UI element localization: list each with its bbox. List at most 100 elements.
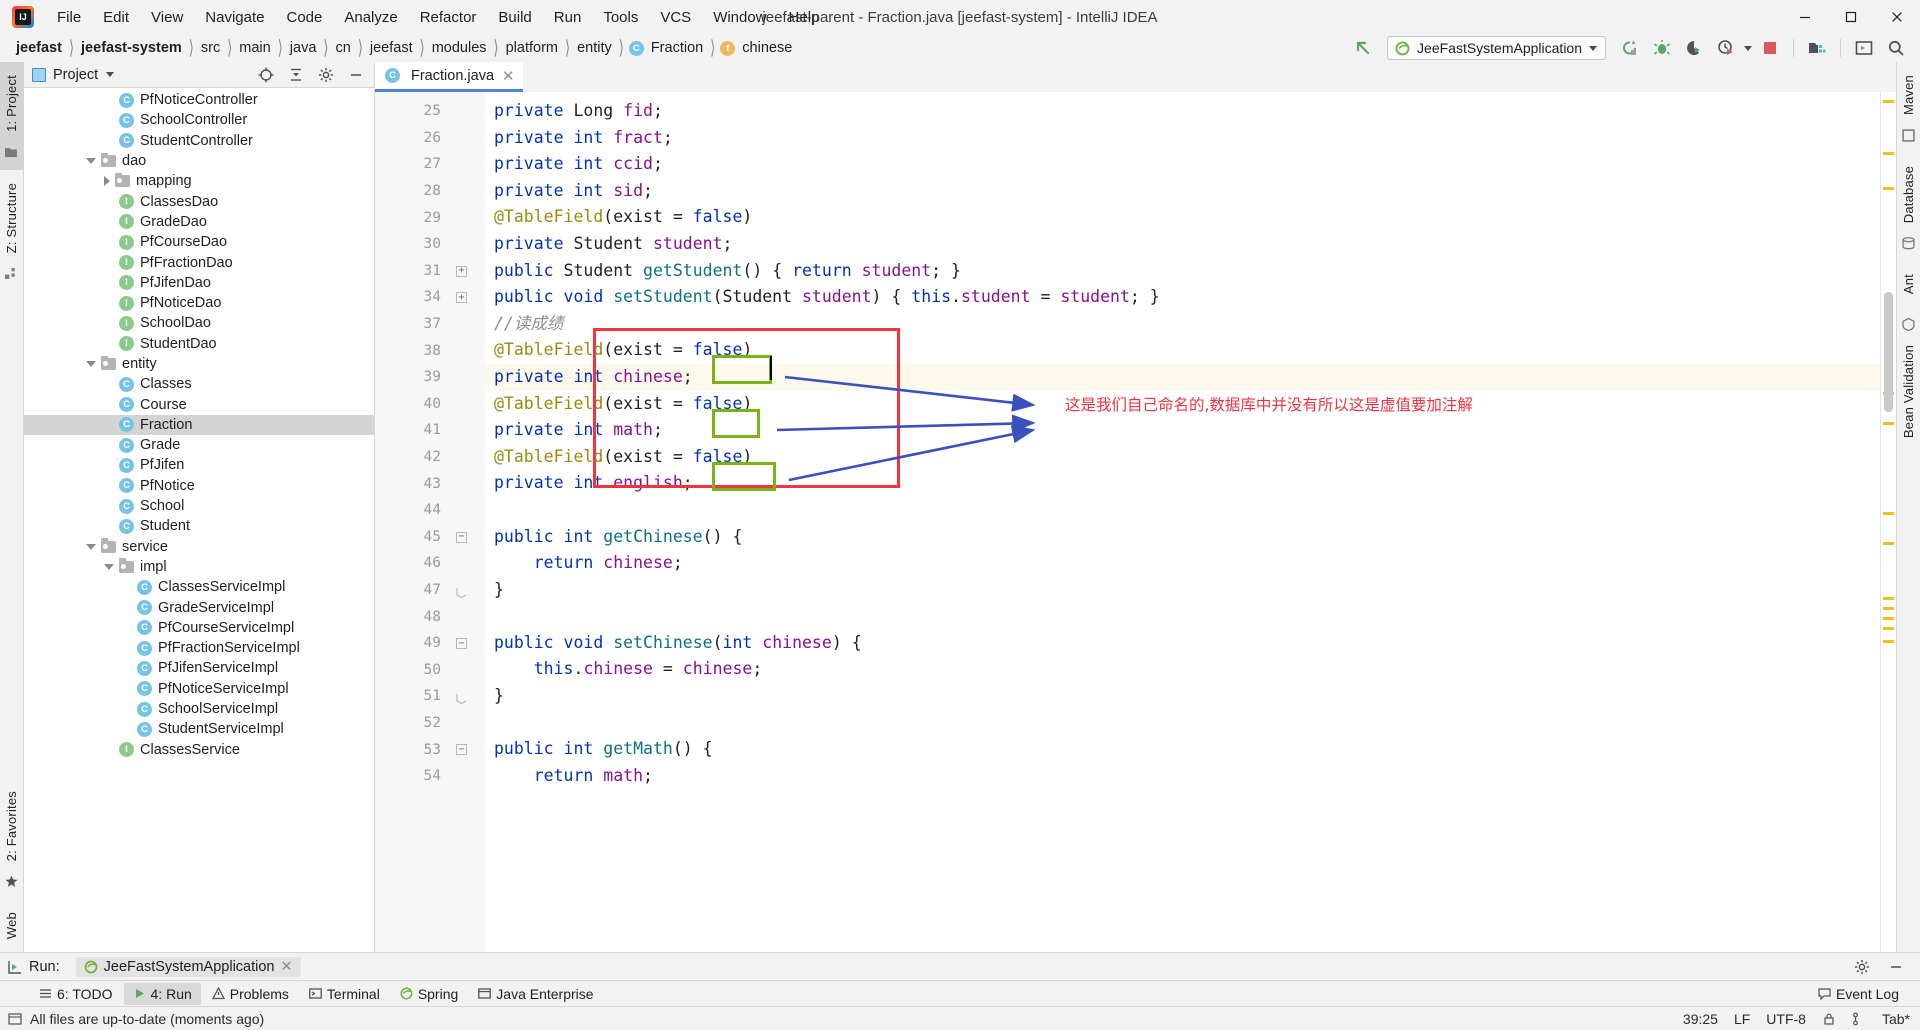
hide-run-panel-button[interactable] <box>1882 955 1910 979</box>
code-line-39[interactable]: private int chinese; <box>485 363 1880 391</box>
profiler-button[interactable] <box>1712 36 1740 60</box>
tree-item-pfcourseserviceimpl[interactable]: C PfCourseServiceImpl <box>24 618 374 638</box>
line-number-26[interactable]: 26 <box>375 125 485 152</box>
breadcrumb-item-chinese[interactable]: f chinese <box>720 39 794 57</box>
tree-item-mapping[interactable]: mapping <box>24 171 374 191</box>
line-number-48[interactable]: 48 <box>375 603 485 630</box>
code-line-34[interactable]: public void setStudent(Student student) … <box>485 284 1880 311</box>
bottom-tab-problems[interactable]: Problems <box>203 983 298 1005</box>
tree-item-fraction[interactable]: C Fraction <box>24 414 374 436</box>
tree-item-classes[interactable]: C Classes <box>24 374 374 394</box>
git-branch-icon[interactable] <box>1852 1012 1866 1026</box>
tree-item-service[interactable]: service <box>24 537 374 557</box>
chevron-down-icon[interactable] <box>1589 45 1597 51</box>
menu-navigate[interactable]: Navigate <box>194 5 275 30</box>
code-line-54[interactable]: return math; <box>485 763 1880 790</box>
editor-gutter[interactable]: 25 26 27 28 29 30 +31 +34 37 38 39 40 41 42 43 44 − 45 46 4… <box>375 92 485 952</box>
sidebar-tab-maven[interactable]: Maven <box>1897 62 1920 153</box>
back-arrow-button[interactable] <box>1349 36 1377 60</box>
tree-item-pfjifendao[interactable]: I PfJifenDao <box>24 273 374 293</box>
fold-expand-icon[interactable]: + <box>456 292 467 304</box>
menu-file[interactable]: File <box>46 5 92 30</box>
menu-refactor[interactable]: Refactor <box>409 5 488 30</box>
line-number-46[interactable]: 46 <box>375 550 485 577</box>
breadcrumb-item-java[interactable]: java <box>288 39 319 57</box>
close-button[interactable] <box>1874 0 1920 34</box>
tree-item-pfnoticeserviceimpl[interactable]: C PfNoticeServiceImpl <box>24 679 374 699</box>
code-line-30[interactable]: private Student student; <box>485 231 1880 258</box>
sidebar-tab-ant[interactable]: Ant <box>1897 261 1920 307</box>
line-number-27[interactable]: 27 <box>375 151 485 178</box>
project-tree[interactable]: C PfNoticeController C SchoolController C Stu… <box>24 88 374 952</box>
chevron-down-icon[interactable] <box>104 563 114 570</box>
fold-collapse-icon[interactable]: − <box>456 744 467 756</box>
bottom-tab-java-enterprise[interactable]: Java Enterprise <box>469 983 602 1005</box>
bottom-tab-run[interactable]: 4: Run <box>123 982 201 1005</box>
code-line-53[interactable]: public int getMath() { <box>485 736 1880 763</box>
tree-item-pfjifen[interactable]: C PfJifen <box>24 455 374 475</box>
breadcrumb-item-platform[interactable]: platform <box>504 39 560 57</box>
code-line-48[interactable] <box>485 603 1880 630</box>
line-number-37[interactable]: 37 <box>375 311 485 338</box>
code-line-41[interactable]: private int math; <box>485 417 1880 444</box>
warning-marker[interactable] <box>1883 422 1894 425</box>
close-icon[interactable]: ✕ <box>281 959 293 975</box>
breadcrumb-item-entity[interactable]: entity <box>575 39 614 57</box>
line-number-45[interactable]: 45 <box>375 524 485 551</box>
lock-icon[interactable] <box>1822 1012 1836 1026</box>
project-structure-button[interactable] <box>1803 36 1831 60</box>
warning-marker[interactable] <box>1883 617 1894 620</box>
code-line-50[interactable]: this.chinese = chinese; <box>485 656 1880 683</box>
code-line-28[interactable]: private int sid; <box>485 178 1880 205</box>
tree-item-schoolserviceimpl[interactable]: C SchoolServiceImpl <box>24 699 374 719</box>
chevron-down-icon[interactable] <box>86 543 96 550</box>
run-with-coverage-button[interactable] <box>1680 36 1708 60</box>
tree-item-entity[interactable]: entity <box>24 354 374 374</box>
warning-marker[interactable] <box>1883 597 1894 600</box>
breadcrumb-item-fraction[interactable]: C Fraction <box>628 39 705 57</box>
code-line-44[interactable] <box>485 497 1880 524</box>
menu-tools[interactable]: Tools <box>592 5 649 30</box>
line-number-51[interactable]: 51 <box>375 683 485 710</box>
terminal-button[interactable] <box>1850 36 1878 60</box>
sidebar-tab-structure[interactable]: Z: Structure <box>0 170 24 291</box>
minimize-button[interactable] <box>1782 0 1828 34</box>
code-line-37[interactable]: //读成绩 <box>485 311 1880 338</box>
line-number-30[interactable]: 30 <box>375 231 485 258</box>
chevron-down-icon[interactable] <box>86 361 96 367</box>
breadcrumb-item-jeefast-system[interactable]: jeefast-system <box>79 39 184 57</box>
tree-item-pffractiondao[interactable]: I PfFractionDao <box>24 252 374 272</box>
warning-marker[interactable] <box>1883 542 1894 545</box>
warning-marker[interactable] <box>1883 627 1894 630</box>
tree-item-studentcontroller[interactable]: C StudentController <box>24 131 374 151</box>
run-settings-button[interactable] <box>1848 955 1876 979</box>
fold-end-icon[interactable] <box>456 585 467 598</box>
menu-help[interactable]: Help <box>778 5 831 30</box>
tree-item-pfcoursedao[interactable]: I PfCourseDao <box>24 232 374 252</box>
code-line-42[interactable]: @TableField(exist = false) <box>485 444 1880 471</box>
code-line-46[interactable]: return chinese; <box>485 550 1880 577</box>
menu-bar[interactable]: File Edit View Navigate Code Analyze Ref… <box>46 5 830 30</box>
menu-code[interactable]: Code <box>275 5 333 30</box>
line-number-29[interactable]: 29 <box>375 204 485 231</box>
line-number-44[interactable]: 44 <box>375 497 485 524</box>
warning-marker[interactable] <box>1883 607 1894 610</box>
line-number-47[interactable]: 47 <box>375 577 485 604</box>
menu-analyze[interactable]: Analyze <box>333 5 408 30</box>
warning-marker[interactable] <box>1883 187 1894 190</box>
line-number-43[interactable]: 43 <box>375 470 485 497</box>
tree-item-pfjifenserviceimpl[interactable]: C PfJifenServiceImpl <box>24 658 374 678</box>
sidebar-tab-web[interactable]: Web <box>0 899 24 952</box>
line-number-41[interactable]: 41 <box>375 417 485 444</box>
line-number-49[interactable]: 49 <box>375 630 485 657</box>
breadcrumb-item-jeefast-pkg[interactable]: jeefast <box>368 39 415 57</box>
tree-item-dao[interactable]: dao <box>24 151 374 171</box>
menu-edit[interactable]: Edit <box>92 5 140 30</box>
file-encoding[interactable]: UTF-8 <box>1766 1011 1806 1027</box>
code-line-52[interactable] <box>485 710 1880 737</box>
editor-tab-fraction-java[interactable]: C Fraction.java ✕ <box>375 62 523 92</box>
code-line-49[interactable]: public void setChinese(int chinese) { <box>485 630 1880 657</box>
collapse-all-button[interactable] <box>282 63 310 87</box>
tree-item-studentserviceimpl[interactable]: C StudentServiceImpl <box>24 719 374 739</box>
warning-marker[interactable] <box>1883 640 1894 643</box>
